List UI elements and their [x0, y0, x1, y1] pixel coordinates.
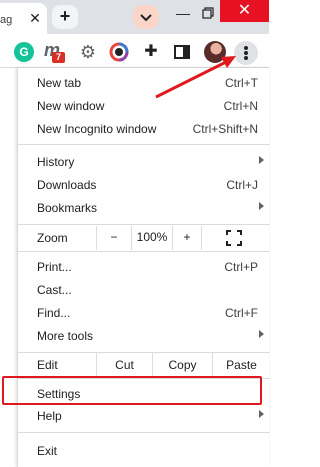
menu-item-label: Find...	[37, 306, 71, 320]
m-extension-icon[interactable]: m 7	[44, 40, 65, 63]
menu-item-label: Help	[37, 409, 62, 423]
menu-item-exit[interactable]: Exit	[18, 440, 270, 462]
restore-button[interactable]	[199, 4, 217, 22]
chrome-menu-button[interactable]	[234, 41, 258, 65]
zoom-out-button[interactable]: −	[96, 226, 132, 250]
cut-button[interactable]: Cut	[96, 353, 152, 377]
menu-item-shortcut: Ctrl+J	[226, 178, 258, 192]
grammarly-extension-icon[interactable]: G	[14, 42, 34, 62]
menu-item-label: Cast...	[37, 283, 72, 297]
chrome-menu: New tab Ctrl+T New window Ctrl+N New Inc…	[17, 68, 270, 467]
menu-divider	[18, 251, 270, 252]
kebab-dot-icon	[244, 46, 248, 50]
submenu-arrow-icon	[259, 330, 264, 338]
chevron-down-icon	[140, 14, 152, 22]
menu-item-label: Exit	[37, 444, 58, 458]
paste-button[interactable]: Paste	[212, 353, 270, 377]
copy-button[interactable]: Copy	[152, 353, 212, 377]
new-tab-button[interactable]: +	[52, 5, 78, 29]
kebab-dot-icon	[244, 51, 248, 55]
side-panel-glyph	[174, 45, 190, 59]
title-bar: ag ✕ + — ✕	[0, 0, 269, 34]
menu-item-shortcut: Ctrl+F	[225, 306, 258, 320]
menu-item-bookmarks[interactable]: Bookmarks	[18, 197, 270, 219]
gear-extension-icon[interactable]: ⚙	[78, 42, 98, 62]
kebab-dot-icon	[244, 56, 248, 60]
tab-close-icon[interactable]: ✕	[26, 9, 44, 27]
menu-item-history[interactable]: History	[18, 151, 270, 173]
menu-item-new-incognito-window[interactable]: New Incognito window Ctrl+Shift+N	[18, 118, 270, 140]
fullscreen-icon	[226, 230, 242, 246]
menu-item-label: New tab	[37, 76, 82, 90]
toolbar: G m 7 ⚙ ✚	[0, 34, 269, 68]
zoom-in-button[interactable]: +	[172, 226, 202, 250]
submenu-arrow-icon	[259, 156, 264, 164]
menu-item-cast[interactable]: Cast...	[18, 279, 270, 301]
menu-item-label: Bookmarks	[37, 201, 98, 215]
window-close-button[interactable]: ✕	[220, 0, 269, 22]
settings-highlight-box	[2, 376, 262, 405]
color-circle-extension-icon[interactable]	[109, 42, 129, 62]
extensions-puzzle-icon[interactable]: ✚	[141, 42, 161, 62]
menu-item-help[interactable]: Help	[18, 405, 270, 427]
menu-item-more-tools[interactable]: More tools	[18, 325, 270, 347]
zoom-label: Zoom	[37, 231, 68, 245]
menu-item-label: History	[37, 155, 75, 169]
menu-item-label: New window	[37, 99, 105, 113]
menu-item-label: More tools	[37, 329, 94, 343]
menu-item-new-window[interactable]: New window Ctrl+N	[18, 95, 270, 117]
tab-search-button[interactable]	[133, 5, 159, 29]
tab-title: ag	[0, 14, 13, 26]
restore-icon	[202, 7, 214, 19]
submenu-arrow-icon	[259, 410, 264, 418]
zoom-level: 100%	[136, 230, 168, 244]
menu-item-shortcut: Ctrl+Shift+N	[192, 122, 258, 136]
edit-label: Edit	[37, 358, 58, 372]
menu-item-downloads[interactable]: Downloads Ctrl+J	[18, 174, 270, 196]
side-panel-icon[interactable]	[172, 42, 192, 62]
zoom-row: Zoom − 100% +	[18, 226, 270, 250]
menu-item-label: New Incognito window	[37, 122, 157, 136]
menu-divider	[18, 432, 270, 433]
color-ring-icon	[109, 42, 129, 62]
menu-item-label: Print...	[37, 260, 72, 274]
fullscreen-button[interactable]	[226, 226, 246, 250]
submenu-arrow-icon	[259, 202, 264, 210]
browser-tab[interactable]: ag ✕	[0, 3, 47, 34]
menu-item-print[interactable]: Print... Ctrl+P	[18, 256, 270, 278]
m-extension-badge: 7	[52, 52, 65, 63]
menu-item-shortcut: Ctrl+T	[225, 76, 258, 90]
menu-item-shortcut: Ctrl+P	[224, 260, 258, 274]
edit-row: Edit Cut Copy Paste	[18, 353, 270, 377]
menu-divider	[18, 224, 270, 225]
menu-divider	[18, 144, 270, 145]
profile-avatar[interactable]	[204, 41, 226, 63]
menu-item-find[interactable]: Find... Ctrl+F	[18, 302, 270, 324]
menu-item-label: Downloads	[37, 178, 97, 192]
menu-item-new-tab[interactable]: New tab Ctrl+T	[18, 72, 270, 94]
menu-item-shortcut: Ctrl+N	[223, 99, 258, 113]
minimize-button[interactable]: —	[174, 4, 192, 22]
